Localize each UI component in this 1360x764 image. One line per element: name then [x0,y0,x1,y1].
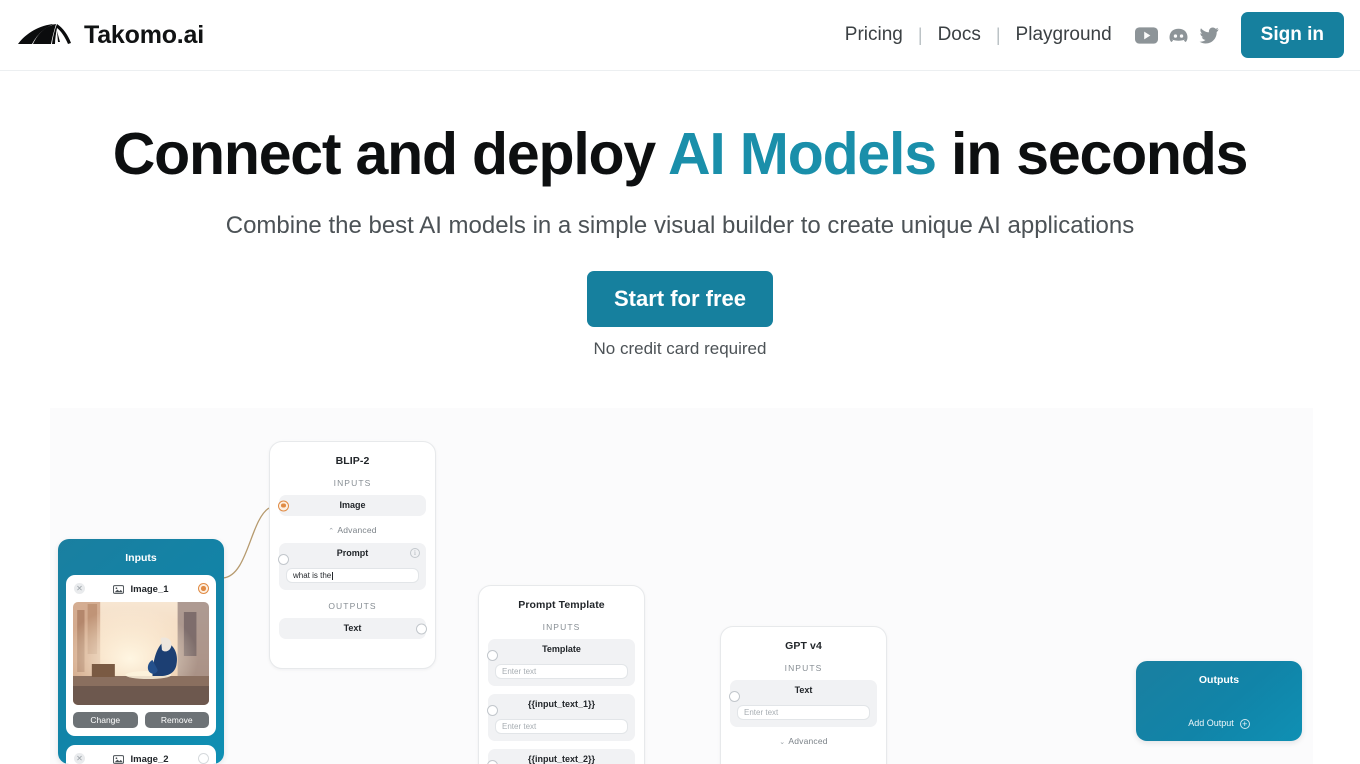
input-card-header: ✕ Image_2 [73,752,209,764]
page-title-part1: Connect and deploy [112,121,668,187]
connection-edges [222,507,270,579]
add-output-button[interactable]: Add Output + [1136,697,1302,729]
info-icon[interactable]: i [410,548,420,558]
advanced-toggle[interactable]: ⌄ Advanced [721,727,886,754]
node-title: BLIP-2 [335,455,370,467]
chevron-up-icon: ⌃ [328,528,335,535]
image-actions: Change Remove [73,712,209,728]
inputs-section-label: INPUTS [333,478,372,488]
input-card-label: Image_2 [130,753,169,764]
input-port-dot[interactable] [278,500,289,511]
takomo-logo-icon [18,24,71,44]
site-header: Takomo.ai Pricing | Docs | Playground Si… [0,0,1360,71]
chevron-down-icon: ⌄ [779,739,786,746]
port-label: Prompt [336,548,369,558]
outputs-panel[interactable]: Outputs Add Output + [1136,661,1302,741]
node-title: GPT v4 [785,640,822,652]
no-credit-card-note: No credit card required [593,338,767,358]
node-gpt-v4[interactable]: GPT v4 INPUTS Text Enter text ⌄ Advanced … [720,626,887,764]
brand-name: Takomo.ai [84,20,204,49]
change-image-button[interactable]: Change [73,712,138,728]
input-port-input-text-1[interactable]: {{input_text_1}} Enter text [487,694,635,741]
twitter-icon[interactable] [1199,27,1219,44]
input-port-dot[interactable] [487,650,498,661]
input-port-dot[interactable] [278,554,289,565]
prompt-input-value: what is the [293,571,332,580]
inputs-section-label: INPUTS [784,663,823,673]
nav-separator: | [917,24,923,45]
input-port-dot[interactable] [487,760,498,764]
port-label: Text [343,623,362,633]
inputs-panel[interactable]: Inputs ✕ Image_1 Change Remove ✕ Image_2 [58,539,224,764]
text-caret [332,571,334,580]
page-subtitle: Combine the best AI models in a simple v… [225,211,1135,239]
input-port-dot[interactable] [487,705,498,716]
text-input-field[interactable]: Enter text [737,705,870,720]
port-label: Text [794,685,813,695]
output-port[interactable] [198,753,209,764]
page-title: Connect and deploy AI Models in seconds [0,121,1360,187]
inputs-panel-title: Inputs [125,552,157,564]
port-label: {{input_text_1}} [527,699,596,709]
remove-image-button[interactable]: Remove [144,712,209,728]
plus-icon: + [1239,719,1250,729]
output-port-text[interactable]: Text [279,618,427,639]
close-icon[interactable]: ✕ [74,583,85,594]
nav-link-playground[interactable]: Playground [1007,24,1121,46]
input-text-1-placeholder: Enter text [502,722,537,731]
port-label: Template [542,644,581,654]
outputs-section-label-partial: OUTPUTS [721,754,886,764]
flow-canvas[interactable]: Inputs ✕ Image_1 Change Remove ✕ Image_2… [50,408,1313,764]
nav-separator: | [995,24,1001,45]
input-port-image[interactable]: Image [278,495,426,516]
main-nav: Pricing | Docs | Playground Sign in [836,12,1344,58]
input-port-prompt[interactable]: i Prompt what is the [278,543,426,590]
input-text-1-field[interactable]: Enter text [495,719,628,734]
node-title: Prompt Template [518,599,605,611]
input-card-header: ✕ Image_1 [73,582,209,596]
picture-icon [113,754,125,764]
social-links [1134,26,1219,44]
input-port-dot[interactable] [729,691,740,702]
youtube-icon[interactable] [1134,26,1158,44]
port-label: Image [339,500,366,510]
template-input-placeholder: Enter text [502,667,537,676]
outputs-panel-title: Outputs [1198,674,1240,686]
start-for-free-button[interactable]: Start for free [586,270,774,327]
page-title-part2: in seconds [935,121,1248,187]
hero-section: Connect and deploy AI Models in seconds … [0,71,1360,359]
output-port-dot[interactable] [416,623,427,634]
advanced-toggle[interactable]: ⌃ Advanced [270,516,435,543]
input-port-text[interactable]: Text Enter text [729,680,877,727]
advanced-label: Advanced [337,525,377,535]
template-input[interactable]: Enter text [495,664,628,679]
input-port-template[interactable]: Template Enter text [487,639,635,686]
brand[interactable]: Takomo.ai [16,21,204,50]
page-title-accent: AI Models [667,121,937,187]
input-card-image-2[interactable]: ✕ Image_2 [66,745,216,764]
picture-icon [113,584,125,594]
input-card-label: Image_1 [130,583,169,595]
text-input-placeholder: Enter text [744,708,779,717]
close-icon[interactable]: ✕ [74,753,85,764]
input-card-image-1[interactable]: ✕ Image_1 Change Remove [66,575,216,736]
cta-container: Start for free [0,270,1360,327]
outputs-section-label: OUTPUTS [328,601,377,611]
output-port[interactable] [198,583,209,594]
add-output-label: Add Output [1188,718,1234,728]
nav-link-docs[interactable]: Docs [929,24,990,46]
inputs-section-label: INPUTS [542,622,581,632]
node-prompt-template[interactable]: Prompt Template INPUTS Template Enter te… [478,585,645,764]
image-thumbnail [73,602,209,705]
sign-in-button[interactable]: Sign in [1240,12,1344,58]
input-port-input-text-2[interactable]: {{input_text_2}} [487,749,635,764]
nav-link-pricing[interactable]: Pricing [836,24,912,46]
node-blip2[interactable]: BLIP-2 INPUTS Image ⌃ Advanced i Prompt w… [269,441,436,669]
edge-inputs-to-blip2 [222,507,270,579]
prompt-input[interactable]: what is the [286,568,419,583]
port-label: {{input_text_2}} [527,754,596,764]
discord-icon[interactable] [1169,28,1188,43]
advanced-label: Advanced [788,736,828,746]
